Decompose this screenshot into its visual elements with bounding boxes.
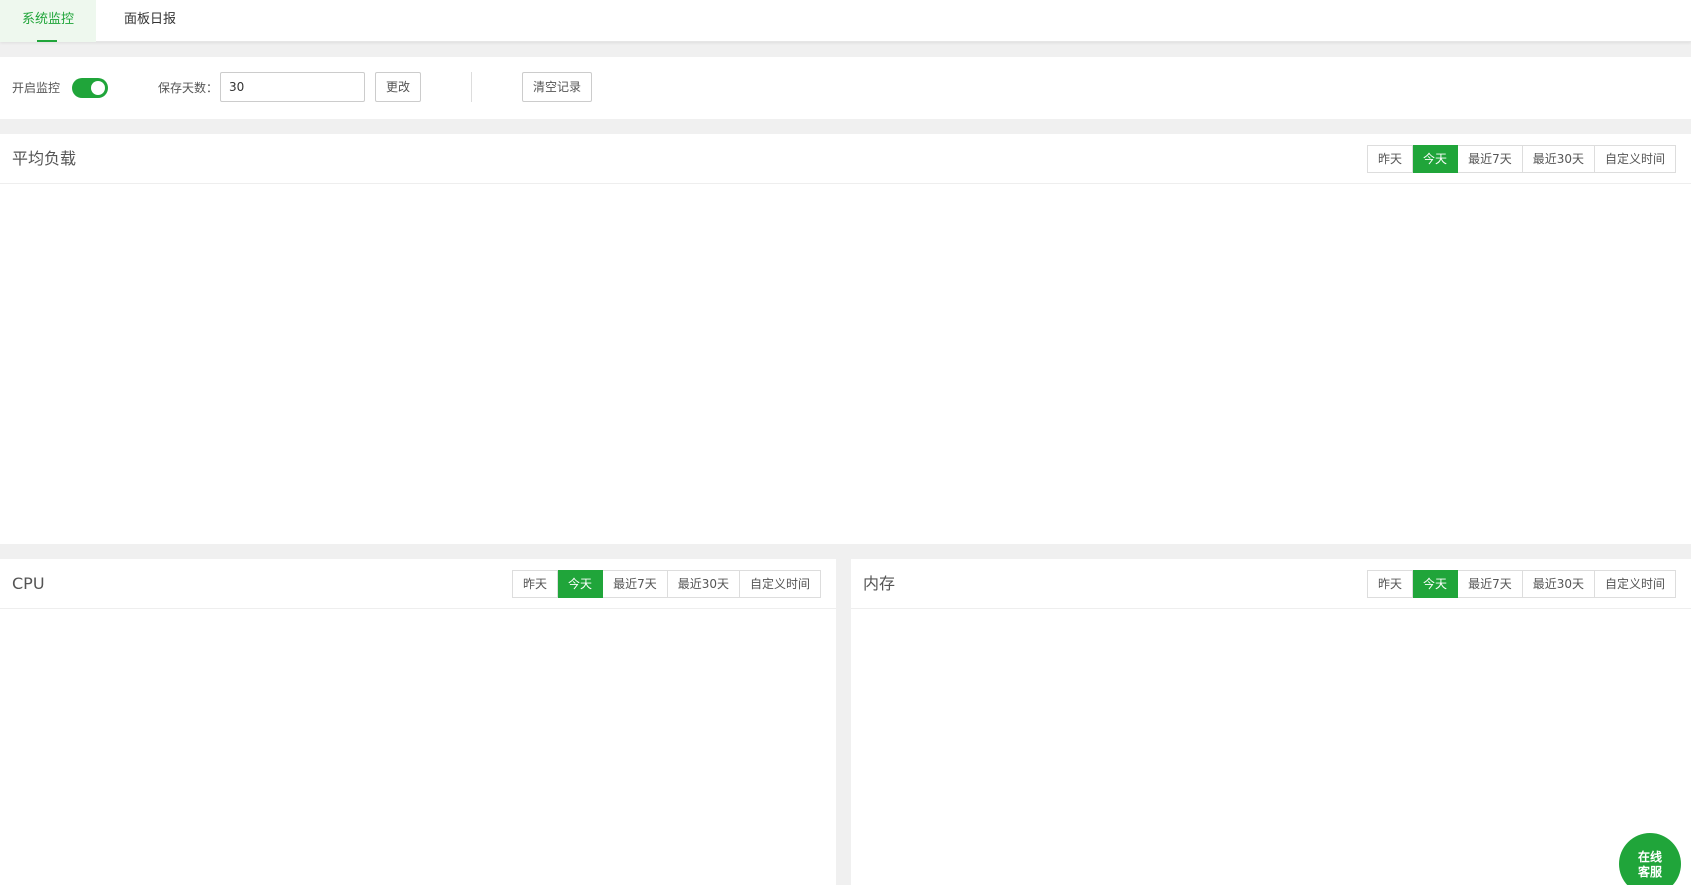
cpu-range-option[interactable]: 昨天 (512, 570, 559, 598)
tab-panel-daily-report-label: 面板日报 (123, 12, 176, 27)
online-service-line2: 客服 (1637, 865, 1662, 879)
load-average-range-option[interactable]: 昨天 (1367, 145, 1414, 173)
online-service-line1: 在线 (1637, 850, 1662, 864)
tab-system-monitor-label: 系统监控 (21, 12, 74, 27)
active-tab-indicator (37, 40, 57, 42)
memory-range-option[interactable]: 昨天 (1367, 570, 1414, 598)
retention-days-input[interactable] (220, 72, 365, 102)
cpu-header: CPU 昨天 今天 最近7天 最近30天 自定义时间 (0, 559, 836, 609)
cpu-range-option[interactable]: 今天 (558, 570, 604, 598)
load-average-header: 平均负载 昨天 今天 最近7天 最近30天 自定义时间 (0, 134, 1691, 184)
load-average-range-selector: 昨天 今天 最近7天 最近30天 自定义时间 (1367, 145, 1676, 173)
memory-range-selector: 昨天 今天 最近7天 最近30天 自定义时间 (1367, 570, 1676, 598)
load-average-range-option[interactable]: 自定义时间 (1594, 145, 1676, 173)
monitor-switch-label: 开启监控 (12, 81, 61, 95)
load-average-chart-area (0, 185, 1691, 544)
memory-range-option[interactable]: 自定义时间 (1594, 570, 1676, 598)
tab-panel-daily-report[interactable]: 面板日报 (112, 0, 188, 42)
load-average-range-option[interactable]: 最近30天 (1522, 145, 1595, 173)
clear-records-button[interactable]: 清空记录 (522, 72, 593, 102)
tab-system-monitor[interactable]: 系统监控 (0, 0, 96, 42)
memory-range-option[interactable]: 今天 (1413, 570, 1459, 598)
load-average-panel: 平均负载 昨天 今天 最近7天 最近30天 自定义时间 (0, 134, 1691, 544)
memory-title: 内存 (863, 574, 896, 593)
monitor-page: 系统监控 面板日报 开启监控 保存天数： 更改 清空记录 平均负载 昨天今天最近… (0, 0, 1691, 885)
cpu-chart-area (0, 610, 836, 885)
cpu-range-option[interactable]: 最近7天 (603, 570, 668, 598)
memory-panel: 内存 昨天 今天 最近7天 最近30天 自定义时间 (851, 559, 1691, 885)
memory-header: 内存 昨天 今天 最近7天 最近30天 自定义时间 (851, 559, 1691, 609)
cpu-range-option[interactable]: 最近30天 (667, 570, 740, 598)
tab-bar: 系统监控 面板日报 (0, 0, 1691, 42)
cpu-title: CPU (12, 574, 45, 593)
cpu-panel: CPU 昨天 今天 最近7天 最近30天 自定义时间 (0, 559, 836, 885)
load-average-range-option[interactable]: 最近7天 (1458, 145, 1523, 173)
load-average-range-option[interactable]: 今天 (1413, 145, 1459, 173)
cpu-range-option[interactable]: 自定义时间 (739, 570, 821, 598)
memory-range-option[interactable]: 最近30天 (1522, 570, 1595, 598)
memory-chart-area (851, 610, 1691, 885)
toggle-knob (91, 81, 105, 95)
load-average-title: 平均负载 (12, 149, 77, 168)
memory-range-option[interactable]: 最近7天 (1458, 570, 1523, 598)
cpu-range-selector: 昨天 今天 最近7天 最近30天 自定义时间 (512, 570, 821, 598)
divider (471, 72, 472, 102)
retention-days-label: 保存天数： (158, 81, 219, 95)
change-days-button[interactable]: 更改 (375, 72, 422, 102)
monitor-toggle[interactable] (72, 78, 108, 98)
